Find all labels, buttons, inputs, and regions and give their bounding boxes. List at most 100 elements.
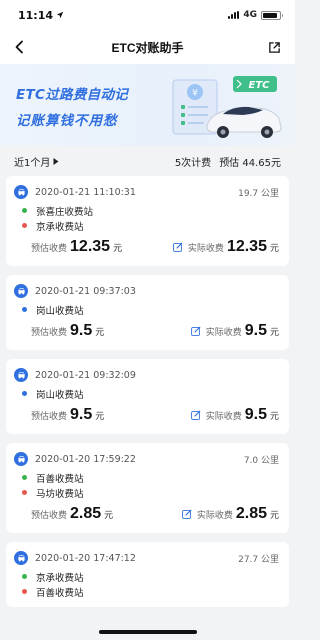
record-distance: 19.7 公里 xyxy=(238,188,279,199)
actual-fee[interactable]: 实际收费 12.35 元 xyxy=(173,238,279,256)
car-icon xyxy=(14,551,28,565)
estimated-fee-label: 预估收费 xyxy=(31,412,68,422)
network-label: 4G xyxy=(243,10,257,20)
caret-right-icon xyxy=(53,157,59,165)
actual-fee-value: 2.85 xyxy=(235,505,267,522)
record-card[interactable]: 2020-01-21 09:37:03 岗山收费站 预估收费 9.5 元实际收费 9.5 元 xyxy=(6,275,289,350)
station-item: 百善收费站 xyxy=(22,470,279,485)
station-dot xyxy=(22,574,27,579)
banner-headline: ETC过路费自动记 xyxy=(16,87,129,103)
record-card[interactable]: 2020-01-21 09:32:09 岗山收费站 预估收费 9.5 元实际收费 9.5 元 xyxy=(6,359,289,434)
actual-fee-value: 9.5 xyxy=(244,406,267,423)
actual-fee-value: 9.5 xyxy=(244,322,267,339)
station-list: 百善收费站 马坊收费站 xyxy=(14,470,279,500)
estimated-fee-value: 2.85 xyxy=(70,505,102,522)
record-distance: 7.0 公里 xyxy=(243,455,279,466)
record-time: 2020-01-21 09:37:03 xyxy=(35,285,136,297)
station-name: 百善收费站 xyxy=(36,473,84,485)
chevron-left-icon xyxy=(15,40,23,54)
station-list: 张喜庄收费站 京承收费站 xyxy=(14,203,279,233)
period-filter-label: 近1个月 xyxy=(14,157,51,169)
station-item: 马坊收费站 xyxy=(22,485,279,500)
station-item: 岗山收费站 xyxy=(22,386,279,401)
estimated-fee-value: 12.35 xyxy=(70,238,111,255)
estimated-fee-unit: 元 xyxy=(95,412,105,422)
period-filter[interactable]: 近1个月 xyxy=(14,154,59,169)
page-title: ETC对账助手 xyxy=(111,40,184,55)
station-item: 京承收费站 xyxy=(22,569,279,584)
station-item: 张喜庄收费站 xyxy=(22,203,279,218)
fee-row: 预估收费 2.85 元实际收费 2.85 元 xyxy=(14,505,279,525)
edit-icon[interactable] xyxy=(190,326,201,336)
record-time: 2020-01-20 17:47:12 xyxy=(35,552,136,564)
edit-icon[interactable] xyxy=(173,242,183,252)
actual-fee-unit: 元 xyxy=(269,328,279,338)
actual-fee-unit: 元 xyxy=(269,511,279,521)
record-card[interactable]: 2020-01-21 11:10:31 19.7 公里 张喜庄收费站 京承收费站 预估收… xyxy=(6,176,289,266)
station-dot xyxy=(22,223,27,228)
charge-count: 5次计费 xyxy=(174,157,212,169)
actual-fee-value: 12.35 xyxy=(226,238,267,255)
station-name: 岗山收费站 xyxy=(36,389,84,401)
banner-text: ETC过路费自动记 记账算钱不用愁 xyxy=(16,83,128,129)
record-list: 2020-01-21 11:10:31 19.7 公里 张喜庄收费站 京承收费站 预估收… xyxy=(0,176,295,607)
estimated-fee: 预估收费 9.5 元 xyxy=(31,322,104,340)
nav-bar: ETC对账助手 xyxy=(0,30,295,64)
battery-icon xyxy=(261,10,283,20)
signal-icon xyxy=(228,11,240,19)
etc-badge-text: ETC xyxy=(249,80,271,91)
station-item: 百善收费站 xyxy=(22,584,279,599)
record-time: 2020-01-21 11:10:31 xyxy=(35,186,136,198)
estimated-fee: 预估收费 9.5 元 xyxy=(31,406,104,424)
back-button[interactable] xyxy=(10,37,30,57)
station-list: 岗山收费站 xyxy=(14,302,279,317)
station-dot xyxy=(22,391,27,396)
share-icon xyxy=(269,41,281,53)
actual-fee-label: 实际收费 xyxy=(187,244,224,254)
station-dot xyxy=(22,490,27,495)
promo-banner[interactable]: ETC过路费自动记 记账算钱不用愁 ¥ ETC xyxy=(0,64,295,146)
record-header: 2020-01-21 09:37:03 xyxy=(14,283,279,299)
actual-fee-label: 实际收费 xyxy=(205,328,242,338)
record-header: 2020-01-21 09:32:09 xyxy=(14,367,279,383)
estimated-fee-unit: 元 xyxy=(113,244,123,254)
estimated-fee-unit: 元 xyxy=(95,328,105,338)
station-item: 岗山收费站 xyxy=(22,302,279,317)
actual-fee-unit: 元 xyxy=(269,412,279,422)
share-button[interactable] xyxy=(265,37,285,57)
svg-text:¥: ¥ xyxy=(192,89,198,99)
station-dot xyxy=(22,208,27,213)
status-indicators: 4G xyxy=(228,10,283,20)
actual-fee[interactable]: 实际收费 2.85 元 xyxy=(181,505,279,523)
estimated-fee-value: 9.5 xyxy=(70,406,93,423)
station-list: 京承收费站百善收费站 xyxy=(14,569,279,599)
record-distance: 27.7 公里 xyxy=(238,554,279,565)
station-list: 岗山收费站 xyxy=(14,386,279,401)
fee-row: 预估收费 9.5 元实际收费 9.5 元 xyxy=(14,322,279,342)
station-dot xyxy=(22,589,27,594)
station-name: 百善收费站 xyxy=(36,587,84,599)
actual-fee[interactable]: 实际收费 9.5 元 xyxy=(190,322,279,340)
actual-fee-unit: 元 xyxy=(269,244,279,254)
home-indicator xyxy=(98,630,197,634)
record-card[interactable]: 2020-01-20 17:59:22 7.0 公里 百善收费站 马坊收费站 预估收费 2… xyxy=(6,443,289,533)
estimate-total: 预估 44.65元 xyxy=(219,157,281,169)
actual-fee[interactable]: 实际收费 9.5 元 xyxy=(190,406,279,424)
estimated-fee-label: 预估收费 xyxy=(31,511,68,521)
station-name: 岗山收费站 xyxy=(36,305,84,317)
status-time: 11:14 xyxy=(18,9,64,22)
summary-row: 近1个月 5次计费 预估 44.65元 xyxy=(0,146,295,176)
estimated-fee: 预估收费 2.85 元 xyxy=(31,505,113,523)
edit-icon[interactable] xyxy=(190,410,201,420)
record-time: 2020-01-21 09:32:09 xyxy=(35,369,136,381)
summary-stats: 5次计费 预估 44.65元 xyxy=(175,154,281,169)
station-item: 京承收费站 xyxy=(22,218,279,233)
station-dot xyxy=(22,475,27,480)
record-header: 2020-01-20 17:47:12 27.7 公里 xyxy=(14,550,279,566)
car-icon xyxy=(14,368,28,382)
status-bar: 11:14 4G xyxy=(0,0,295,30)
record-card[interactable]: 2020-01-20 17:47:12 27.7 公里京承收费站百善收费站 xyxy=(6,542,289,607)
car-icon xyxy=(14,284,28,298)
status-time-text: 11:14 xyxy=(18,8,54,22)
edit-icon[interactable] xyxy=(181,509,192,519)
